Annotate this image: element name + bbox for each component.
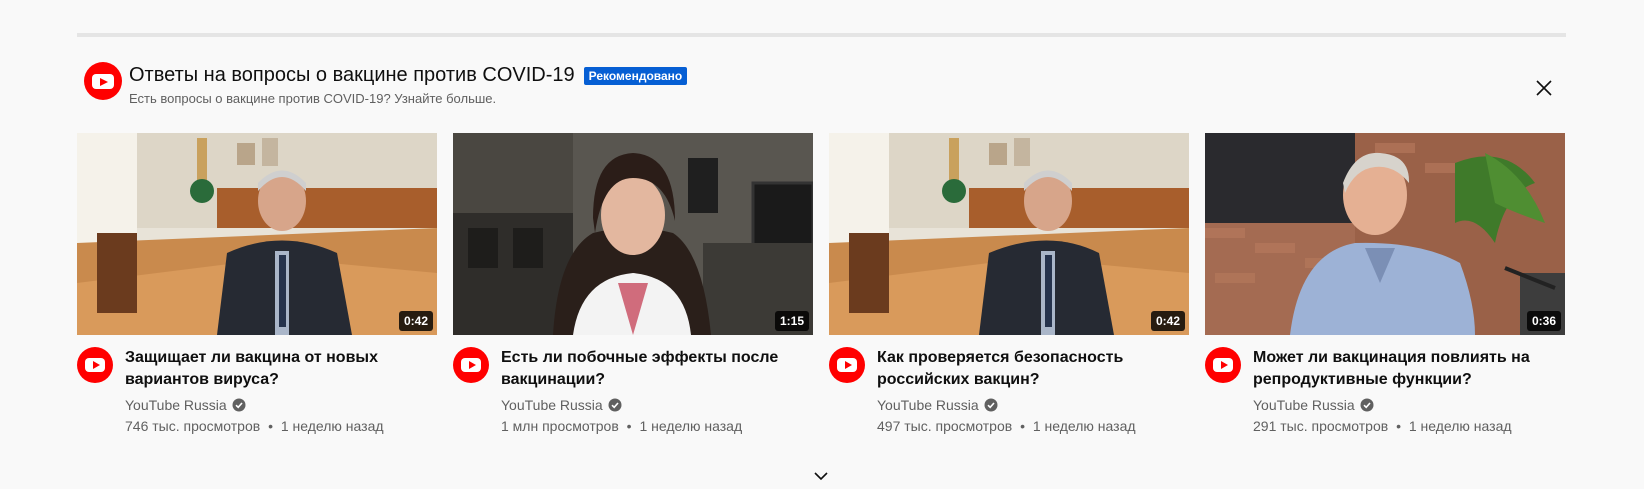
verified-check-icon <box>608 398 622 412</box>
video-thumbnail[interactable]: 0:36 <box>1205 133 1565 335</box>
youtube-logo-icon <box>84 62 122 100</box>
view-count: 746 тыс. просмотров <box>125 418 261 434</box>
video-meta: Есть ли побочные эффекты после вакцинаци… <box>453 335 813 434</box>
view-count: 497 тыс. просмотров <box>877 418 1013 434</box>
video-card[interactable]: 1:15 Есть ли побочные эффекты после вакц… <box>453 133 813 434</box>
view-count: 291 тыс. просмотров <box>1253 418 1389 434</box>
video-stats: 291 тыс. просмотров • 1 неделю назад <box>1253 418 1512 434</box>
channel-row: YouTube Russia <box>1253 397 1374 413</box>
upload-age: 1 неделю назад <box>1032 418 1136 434</box>
upload-age: 1 неделю назад <box>280 418 384 434</box>
video-duration: 1:15 <box>774 311 809 331</box>
upload-age: 1 неделю назад <box>639 418 743 434</box>
verified-check-icon <box>232 398 246 412</box>
video-stats: 746 тыс. просмотров • 1 неделю назад <box>125 418 384 434</box>
video-card[interactable]: 0:42 Как проверяется безопасность россий… <box>829 133 1189 434</box>
video-meta: Защищает ли вакцина от новых вариантов в… <box>77 335 437 434</box>
channel-row: YouTube Russia <box>125 397 246 413</box>
close-icon <box>1536 80 1552 96</box>
youtube-logo-icon <box>837 358 857 372</box>
recommended-badge: Рекомендовано <box>583 66 688 85</box>
video-card[interactable]: 0:42 Защищает ли вакцина от новых вариан… <box>77 133 437 434</box>
video-card[interactable]: 0:36 Может ли вакцинация повлиять на реп… <box>1205 133 1565 434</box>
youtube-logo-icon <box>1213 358 1233 372</box>
channel-name[interactable]: YouTube Russia <box>877 397 979 413</box>
channel-name[interactable]: YouTube Russia <box>501 397 603 413</box>
channel-row: YouTube Russia <box>877 397 998 413</box>
shelf-subtitle: Есть вопросы о вакцине против COVID-19? … <box>129 91 497 106</box>
video-duration: 0:36 <box>1526 311 1561 331</box>
video-duration: 0:42 <box>398 311 433 331</box>
view-count: 1 млн просмотров <box>501 418 619 434</box>
video-thumbnail[interactable]: 0:42 <box>77 133 437 335</box>
video-title[interactable]: Защищает ли вакцина от новых вариантов в… <box>125 347 435 391</box>
stats-separator: • <box>268 418 273 434</box>
video-meta: Как проверяется безопасность российских … <box>829 335 1189 434</box>
video-meta: Может ли вакцинация повлиять на репродук… <box>1205 335 1565 434</box>
stats-separator: • <box>626 418 632 434</box>
video-cards: 0:42 Защищает ли вакцина от новых вариан… <box>77 133 1566 434</box>
channel-avatar[interactable] <box>77 347 113 383</box>
youtube-logo-icon <box>461 358 481 372</box>
upload-age: 1 неделю назад <box>1408 418 1512 434</box>
video-stats: 497 тыс. просмотров • 1 неделю назад <box>877 418 1136 434</box>
channel-name[interactable]: YouTube Russia <box>1253 397 1355 413</box>
stats-separator: • <box>1396 418 1401 434</box>
verified-check-icon <box>1360 398 1374 412</box>
youtube-logo-icon <box>85 358 105 372</box>
expand-shelf-button[interactable] <box>811 467 831 485</box>
stats-separator: • <box>1020 418 1025 434</box>
shelf-title: Ответы на вопросы о вакцине против COVID… <box>129 64 575 86</box>
video-title[interactable]: Может ли вакцинация повлиять на репродук… <box>1253 347 1563 391</box>
channel-name[interactable]: YouTube Russia <box>125 397 227 413</box>
video-stats: 1 млн просмотров • 1 неделю назад <box>501 418 742 434</box>
channel-row: YouTube Russia <box>501 397 622 413</box>
close-button[interactable] <box>1526 70 1562 106</box>
video-duration: 0:42 <box>1150 311 1185 331</box>
channel-avatar[interactable] <box>1205 347 1241 383</box>
channel-avatar[interactable] <box>453 347 489 383</box>
chevron-down-icon <box>814 472 828 481</box>
channel-avatar[interactable] <box>829 347 865 383</box>
shelf-title-row: Ответы на вопросы о вакцине против COVID… <box>129 64 688 87</box>
verified-check-icon <box>984 398 998 412</box>
video-title[interactable]: Есть ли побочные эффекты после вакцинаци… <box>501 347 811 391</box>
video-title[interactable]: Как проверяется безопасность российских … <box>877 347 1187 391</box>
shelf-header: Ответы на вопросы о вакцине против COVID… <box>84 62 1564 106</box>
shelf-top-divider <box>77 33 1566 37</box>
video-thumbnail[interactable]: 0:42 <box>829 133 1189 335</box>
video-thumbnail[interactable]: 1:15 <box>453 133 813 335</box>
